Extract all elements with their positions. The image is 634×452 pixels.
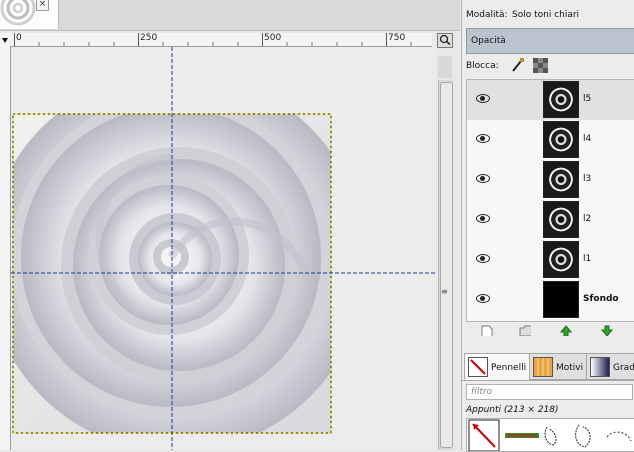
tab-label: Pennelli: [491, 363, 527, 373]
layer-name: l1: [583, 254, 592, 264]
layer-thumbnail: [543, 121, 579, 158]
pattern-icon: [533, 357, 553, 377]
layer-name: l2: [583, 214, 592, 224]
spiral-thumbnail-icon: [0, 0, 36, 26]
image-tab-thumbnail[interactable]: [0, 0, 59, 29]
spiral-image: [11, 47, 436, 450]
clipboard-brush-label: Appunti (213 × 218): [466, 405, 559, 415]
tab-label: Motivi: [556, 363, 584, 373]
lock-alpha-checker-icon[interactable]: [533, 58, 548, 73]
layer-thumbnail: [543, 81, 579, 118]
layer-row-l2[interactable]: l2: [467, 200, 634, 240]
vertical-ruler: [0, 46, 11, 450]
layer-row-l3[interactable]: l3: [467, 160, 634, 200]
layer-row-l5[interactable]: l5: [467, 80, 634, 120]
layer-row-sfondo[interactable]: Sfondo: [467, 280, 634, 320]
brush-icon: [468, 357, 488, 377]
eye-icon[interactable]: [476, 294, 490, 303]
lock-pixels-brush-icon[interactable]: [511, 57, 525, 73]
eye-icon[interactable]: [476, 94, 490, 103]
opacity-label: Opacità: [471, 36, 506, 46]
new-layer-icon[interactable]: [481, 325, 493, 336]
opacity-slider[interactable]: Opacità: [466, 28, 634, 54]
scrollbar-top: [438, 56, 452, 78]
mode-label: Modalità:: [466, 10, 508, 20]
mode-dropdown[interactable]: Solo toni chiari: [512, 10, 579, 20]
layer-thumbnail: [543, 281, 579, 318]
tab-gradienti[interactable]: Gradi: [586, 353, 634, 380]
layer-buttons-bar: [466, 321, 634, 343]
layer-name: l3: [583, 174, 592, 184]
zoom-toggle-button[interactable]: [437, 33, 453, 48]
image-canvas[interactable]: [11, 47, 436, 450]
lock-label: Blocca:: [466, 61, 499, 71]
layer-thumbnail: [543, 201, 579, 238]
brush-previews: [468, 419, 632, 451]
brushes-tabs: Pennelli Motivi Gradi: [462, 350, 634, 381]
layer-row-l4[interactable]: l4: [467, 120, 634, 160]
brush-grid[interactable]: [466, 418, 634, 452]
folder-icon[interactable]: [519, 325, 531, 336]
magnifier-icon: [439, 34, 451, 46]
layer-name: l5: [583, 94, 592, 104]
lower-layer-icon[interactable]: [601, 325, 613, 336]
eye-icon[interactable]: [476, 134, 490, 143]
image-tab-strip: [0, 0, 460, 31]
eye-icon[interactable]: [476, 214, 490, 223]
layer-name: l4: [583, 134, 592, 144]
layer-row-l1[interactable]: l1: [467, 240, 634, 280]
layer-name: Sfondo: [583, 294, 619, 304]
tab-motivi[interactable]: Motivi: [529, 353, 587, 380]
close-tab-icon[interactable]: ×: [36, 0, 49, 11]
scrollbar-thumb[interactable]: [440, 82, 453, 448]
vertical-scrollbar[interactable]: [438, 80, 453, 450]
layer-thumbnail: [543, 241, 579, 278]
tab-pennelli[interactable]: Pennelli: [464, 353, 530, 380]
gradient-icon: [590, 357, 610, 377]
grip-handle-icon[interactable]: ≡: [440, 288, 449, 297]
brush-filter-input[interactable]: filtro: [466, 384, 633, 400]
tab-label: Gradi: [613, 363, 634, 373]
layer-thumbnail: [543, 161, 579, 198]
horizontal-ruler: 0 250 500 750: [0, 33, 432, 47]
layers-list: l5 l4 l3 l2 l1 Sfondo: [466, 79, 634, 322]
ruler-ticks: [2, 38, 412, 46]
eye-icon[interactable]: [476, 174, 490, 183]
raise-layer-icon[interactable]: [560, 325, 572, 336]
eye-icon[interactable]: [476, 254, 490, 263]
